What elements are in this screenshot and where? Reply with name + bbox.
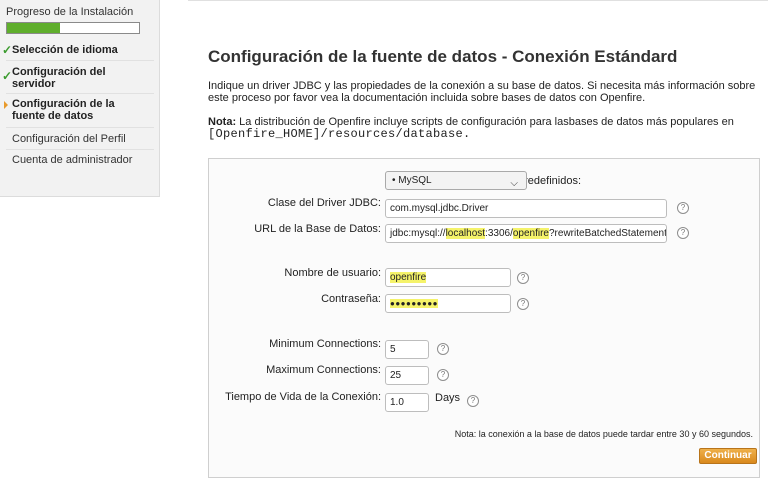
top-rule	[188, 0, 768, 1]
help-icon[interactable]: ?	[517, 298, 529, 310]
password-input[interactable]: ●●●●●●●●●	[385, 294, 511, 313]
url-host: localhost	[445, 228, 486, 239]
help-icon[interactable]: ?	[437, 369, 449, 381]
check-icon: ✓	[2, 43, 13, 57]
url-prefix: jdbc:mysql://	[390, 228, 446, 239]
step-admin-account[interactable]: Cuenta de administrador	[0, 154, 160, 166]
divider	[6, 93, 154, 94]
note-path: [Openfire_HOME]/resources/database.	[208, 127, 471, 141]
step-label: Configuración del servidor	[12, 66, 106, 90]
url-port: :3306/	[485, 228, 513, 239]
username-value: openfire	[390, 272, 427, 283]
drivers-selected-value: • MySQL	[392, 175, 432, 186]
help-icon[interactable]: ?	[437, 343, 449, 355]
lifetime-unit: Days	[435, 392, 461, 404]
continue-button[interactable]: Continuar	[699, 448, 757, 464]
divider	[6, 60, 154, 61]
connection-lifetime-input[interactable]: 1.0	[385, 393, 429, 412]
url-database: openfire	[512, 228, 549, 239]
database-url-input[interactable]: jdbc:mysql://localhost:3306/openfire?rew…	[385, 224, 667, 243]
divider	[6, 149, 154, 150]
step-label: Cuenta de administrador	[12, 154, 133, 166]
divider	[6, 127, 154, 128]
driver-class-input[interactable]: com.mysql.jdbc.Driver	[385, 199, 667, 218]
check-icon: ✓	[2, 69, 13, 83]
help-icon[interactable]: ?	[467, 395, 479, 407]
step-server-settings[interactable]: ✓ Configuración del servidor	[0, 66, 120, 90]
step-language-selection[interactable]: ✓ Selección de idioma	[0, 44, 160, 56]
progress-fill	[7, 23, 60, 33]
max-connections-label: Maximum Connections:	[266, 364, 381, 376]
current-step-arrow-icon	[4, 101, 8, 109]
predefined-drivers-select[interactable]: • MySQL ⌵	[385, 171, 527, 190]
database-url-label: URL de la Base de Datos:	[254, 223, 381, 235]
chevron-down-icon: ⌵	[510, 178, 518, 189]
progress-title: Progreso de la Instalación	[6, 6, 134, 18]
username-input[interactable]: openfire	[385, 268, 511, 287]
driver-class-label: Clase del Driver JDBC:	[267, 197, 381, 209]
timeout-note: Nota: la conexión a la base de datos pue…	[454, 429, 753, 439]
url-suffix: ?rewriteBatchedStatements	[549, 228, 667, 239]
database-scripts-note: Nota: La distribución de Openfire incluy…	[208, 116, 756, 140]
help-icon[interactable]: ?	[677, 202, 689, 214]
username-label: Nombre de usuario:	[284, 267, 381, 279]
min-connections-input[interactable]: 5	[385, 340, 429, 359]
step-datasource-settings[interactable]: Configuración de la fuente de datos	[0, 98, 120, 122]
step-label: Configuración de la fuente de datos	[12, 98, 115, 122]
max-connections-input[interactable]: 25	[385, 366, 429, 385]
installation-sidebar: Progreso de la Instalación ✓ Selección d…	[0, 0, 160, 197]
progress-bar	[6, 22, 140, 34]
min-connections-label: Minimum Connections:	[269, 338, 381, 350]
step-label: Configuración del Perfil	[12, 133, 126, 145]
connection-lifetime-label: Tiempo de Vida de la Conexión:	[225, 391, 381, 403]
password-label: Contraseña:	[321, 293, 381, 305]
help-icon[interactable]: ?	[517, 272, 529, 284]
intro-text: Indique un driver JDBC y las propiedades…	[208, 80, 756, 104]
step-profile-settings[interactable]: Configuración del Perfil	[0, 133, 160, 145]
help-icon[interactable]: ?	[677, 227, 689, 239]
page-title: Configuración de la fuente de datos - Co…	[208, 47, 678, 66]
password-value: ●●●●●●●●●	[390, 299, 438, 308]
datasource-form-panel: Drivers Predefinidos: • MySQL ⌵ Clase de…	[208, 158, 760, 478]
step-label: Selección de idioma	[12, 44, 118, 56]
